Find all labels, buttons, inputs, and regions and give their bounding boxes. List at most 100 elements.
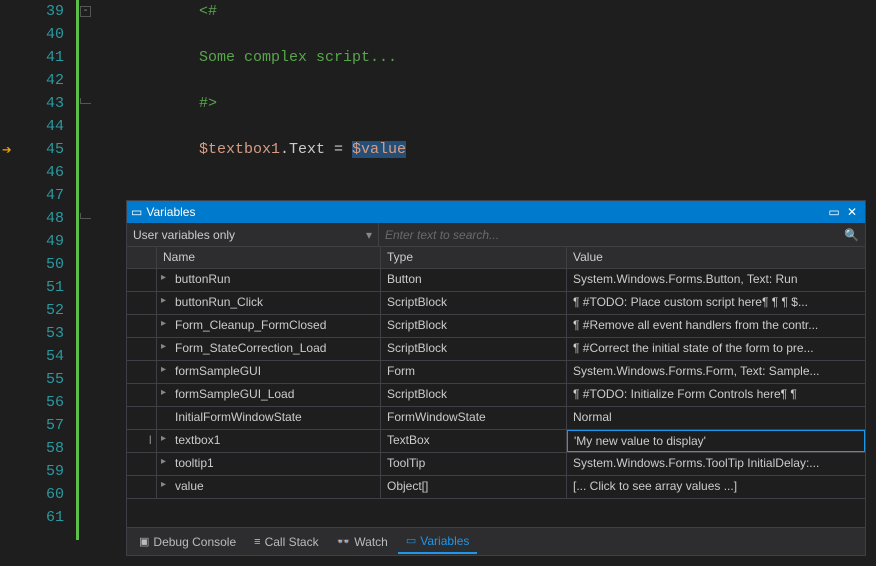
- panel-titlebar[interactable]: ▭ Variables ▭ ✕: [127, 201, 865, 223]
- cell-value[interactable]: ¶ #Correct the initial state of the form…: [567, 338, 865, 360]
- filter-row: User variables only ▾ Enter text to sear…: [127, 223, 865, 247]
- line-numbers: 3940414243444546474849505152535455565758…: [46, 0, 64, 529]
- cell-value[interactable]: System.Windows.Forms.Button, Text: Run: [567, 269, 865, 291]
- tab-call-stack[interactable]: ≡Call Stack: [246, 531, 326, 553]
- expander-icon[interactable]: ▸: [161, 318, 166, 329]
- filter-dropdown[interactable]: User variables only ▾: [127, 223, 379, 246]
- cell-value[interactable]: ¶ #TODO: Initialize Form Controls here¶ …: [567, 384, 865, 406]
- code-line[interactable]: [172, 161, 406, 184]
- col-header-value[interactable]: Value: [567, 247, 865, 268]
- tab-strip: ▣ Debug Console ≡Call Stack👓Watch▭Variable…: [127, 527, 865, 555]
- tab-watch[interactable]: 👓Watch: [329, 531, 396, 553]
- tab-debug-console[interactable]: ▣ Debug Console: [131, 531, 244, 553]
- code-line[interactable]: [172, 69, 406, 92]
- table-row[interactable]: ▸formSampleGUIFormSystem.Windows.Forms.F…: [127, 361, 865, 384]
- cell-type: ScriptBlock: [381, 292, 567, 314]
- cell-name[interactable]: ▸buttonRun: [157, 269, 381, 291]
- cell-value[interactable]: [... Click to see array values ...]: [567, 476, 865, 498]
- cell-value[interactable]: ¶ #TODO: Place custom script here¶ ¶ ¶ $…: [567, 292, 865, 314]
- cell-value[interactable]: ¶ #Remove all event handlers from the co…: [567, 315, 865, 337]
- code-line[interactable]: $textbox1.Text = $value: [172, 138, 406, 161]
- restore-button[interactable]: ▭: [825, 205, 843, 219]
- chevron-down-icon: ▾: [366, 228, 372, 242]
- cell-name[interactable]: ▸Form_Cleanup_FormClosed: [157, 315, 381, 337]
- row-gutter: [127, 338, 157, 360]
- cell-name[interactable]: ▸formSampleGUI_Load: [157, 384, 381, 406]
- row-gutter: [127, 315, 157, 337]
- line-number: 56: [46, 391, 64, 414]
- cell-name[interactable]: ▸Form_StateCorrection_Load: [157, 338, 381, 360]
- code-line[interactable]: #>: [172, 92, 406, 115]
- table-row[interactable]: ▸buttonRunButtonSystem.Windows.Forms.But…: [127, 269, 865, 292]
- code-line[interactable]: [172, 115, 406, 138]
- code-line[interactable]: Some complex script...: [172, 46, 406, 69]
- grid-body[interactable]: ▸buttonRunButtonSystem.Windows.Forms.But…: [127, 269, 865, 527]
- row-gutter: [127, 292, 157, 314]
- col-header-name[interactable]: Name: [157, 247, 381, 268]
- cell-name[interactable]: ▸tooltip1: [157, 453, 381, 475]
- expander-icon[interactable]: ▸: [161, 364, 166, 375]
- table-row[interactable]: ▸buttonRun_ClickScriptBlock¶ #TODO: Plac…: [127, 292, 865, 315]
- table-row[interactable]: ▸tooltip1ToolTipSystem.Windows.Forms.Too…: [127, 453, 865, 476]
- tab-label: Variables: [420, 534, 469, 548]
- table-row[interactable]: InitialFormWindowStateFormWindowStateNor…: [127, 407, 865, 430]
- row-gutter: [127, 407, 157, 429]
- search-input[interactable]: Enter text to search... 🔍: [379, 223, 865, 246]
- expander-icon[interactable]: ▸: [161, 272, 166, 283]
- table-row[interactable]: ▸Form_StateCorrection_LoadScriptBlock¶ #…: [127, 338, 865, 361]
- cell-value[interactable]: Normal: [567, 407, 865, 429]
- row-gutter: [127, 361, 157, 383]
- line-number: 47: [46, 184, 64, 207]
- table-row[interactable]: ▸formSampleGUI_LoadScriptBlock¶ #TODO: I…: [127, 384, 865, 407]
- fold-toggle-icon[interactable]: -: [80, 6, 91, 17]
- cell-name[interactable]: ▸textbox1: [157, 430, 381, 452]
- debug-console-icon: ▣: [139, 535, 149, 548]
- cell-value[interactable]: System.Windows.Forms.Form, Text: Sample.…: [567, 361, 865, 383]
- tab-label: Call Stack: [265, 535, 319, 549]
- tab-label: Debug Console: [153, 535, 236, 549]
- col-header-type[interactable]: Type: [381, 247, 567, 268]
- line-number: 52: [46, 299, 64, 322]
- cell-name[interactable]: InitialFormWindowState: [157, 407, 381, 429]
- cell-type: Object[]: [381, 476, 567, 498]
- code-line[interactable]: [172, 23, 406, 46]
- cell-name[interactable]: ▸formSampleGUI: [157, 361, 381, 383]
- fold-column: -: [80, 0, 92, 566]
- grid-header: Name Type Value: [127, 247, 865, 269]
- line-number: 45: [46, 138, 64, 161]
- cell-value[interactable]: 'My new value to display': [567, 430, 865, 452]
- table-row[interactable]: ▸Form_Cleanup_FormClosedScriptBlock¶ #Re…: [127, 315, 865, 338]
- cell-type: FormWindowState: [381, 407, 567, 429]
- search-icon: 🔍: [844, 228, 859, 242]
- expander-icon[interactable]: ▸: [161, 433, 166, 444]
- expander-icon[interactable]: ▸: [161, 387, 166, 398]
- line-number: 50: [46, 253, 64, 276]
- variables-panel: ▭ Variables ▭ ✕ User variables only ▾ En…: [126, 200, 866, 556]
- expander-icon[interactable]: ▸: [161, 341, 166, 352]
- line-number: 40: [46, 23, 64, 46]
- line-number: 53: [46, 322, 64, 345]
- table-row[interactable]: ▸valueObject[][... Click to see array va…: [127, 476, 865, 499]
- line-number: 39: [46, 0, 64, 23]
- cell-value[interactable]: System.Windows.Forms.ToolTip InitialDela…: [567, 453, 865, 475]
- expander-icon[interactable]: ▸: [161, 479, 166, 490]
- cell-type: ScriptBlock: [381, 338, 567, 360]
- line-number: 61: [46, 506, 64, 529]
- line-number: 59: [46, 460, 64, 483]
- cell-type: TextBox: [381, 430, 567, 452]
- line-number: 42: [46, 69, 64, 92]
- row-gutter: [127, 453, 157, 475]
- cell-name[interactable]: ▸buttonRun_Click: [157, 292, 381, 314]
- expander-icon[interactable]: ▸: [161, 456, 166, 467]
- col-header-expander[interactable]: [127, 247, 157, 268]
- expander-icon[interactable]: ▸: [161, 295, 166, 306]
- search-placeholder: Enter text to search...: [385, 228, 499, 242]
- tab-variables[interactable]: ▭Variables: [398, 530, 478, 554]
- cell-name[interactable]: ▸value: [157, 476, 381, 498]
- row-gutter: [127, 476, 157, 498]
- table-row[interactable]: I▸textbox1TextBox'My new value to displa…: [127, 430, 865, 453]
- line-number: 41: [46, 46, 64, 69]
- code-line[interactable]: <#: [172, 0, 406, 23]
- watch-icon: 👓: [337, 535, 351, 548]
- close-button[interactable]: ✕: [843, 205, 861, 219]
